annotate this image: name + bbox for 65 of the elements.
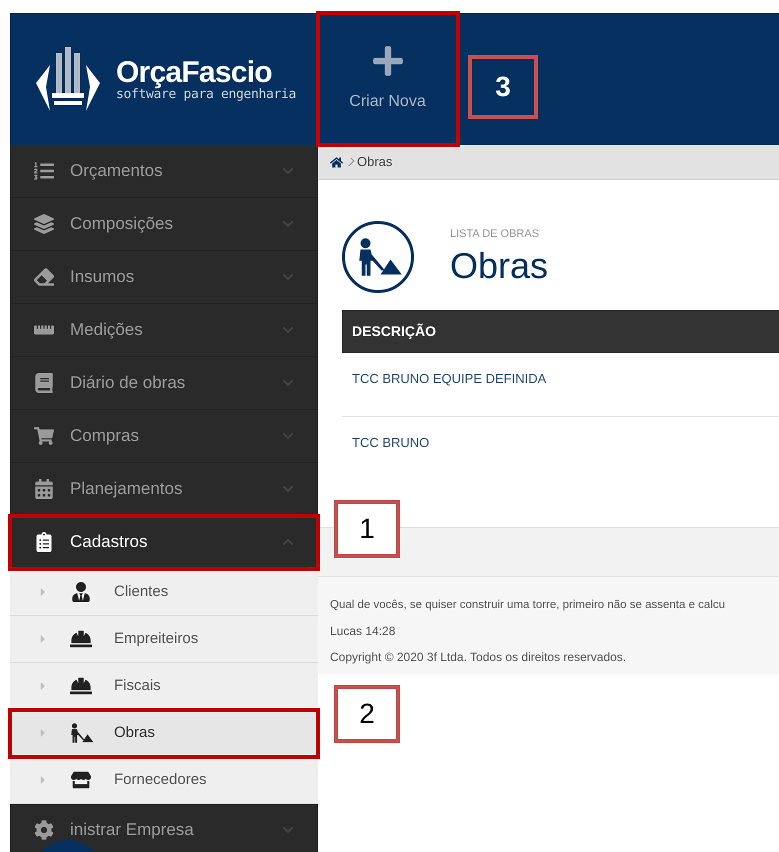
clipboard-icon (34, 532, 54, 552)
table-link[interactable]: TCC BRUNO EQUIPE DEFINIDA (352, 369, 546, 388)
numbered-list-icon (34, 161, 54, 181)
footer-reference: Lucas 14:28 (330, 623, 396, 640)
callout-number: 2 (334, 685, 400, 743)
create-new-button[interactable]: Criar Nova (318, 13, 458, 145)
submenu-item[interactable]: Obras (10, 710, 318, 757)
footer-copyright: Copyright © 2020 3f Ltda. Todos os direitos reservados. (330, 649, 628, 666)
column-header: DESCRIÇÃO (352, 322, 436, 341)
logo-text: OrçaFascio (116, 58, 272, 88)
calendar-icon (34, 479, 54, 499)
sidebar-label: Planejamentos (70, 478, 184, 500)
cart-icon (34, 426, 54, 446)
sidebar-label: Insumos (70, 266, 136, 288)
submenu-item[interactable]: Empreiteiros (10, 616, 318, 663)
chevron-icon (282, 165, 294, 177)
sidebar-item[interactable]: Planejamentos (10, 463, 318, 516)
breadcrumb-link[interactable]: Obras (357, 152, 392, 172)
sidebar-label: Diário de obras (70, 372, 186, 394)
chevron-icon (282, 324, 294, 336)
submenu-label: Empreiteiros (114, 628, 198, 649)
page-subtitle: LISTA DE OBRAS (450, 227, 540, 242)
sidebar-label: Compras (70, 425, 140, 448)
store-icon (71, 770, 91, 790)
submenu-label: Fornecedores (114, 770, 207, 790)
chevron-icon (282, 430, 294, 442)
page-title: Obras (450, 244, 548, 288)
chevron-icon (282, 218, 294, 230)
footer-quote: Qual de vocês, se quiser construir uma torre, primeiro não se assenta e calcu (330, 598, 726, 613)
sidebar-item[interactable]: Composições (10, 198, 318, 251)
sidebar-item[interactable]: Medições (10, 304, 318, 357)
submenu-label: Fiscais (114, 676, 161, 696)
table-link[interactable]: TCC BRUNO (352, 433, 430, 452)
sidebar-label: Composições (70, 213, 174, 236)
submenu-item[interactable]: Clientes (10, 569, 318, 616)
chevron-icon (282, 483, 294, 495)
submenu-label: Clientes (114, 582, 168, 602)
sidebar-label: Orçamentos (70, 160, 164, 182)
plus-icon (370, 44, 404, 78)
hard-hat-icon (70, 675, 92, 697)
callout-number: 1 (334, 500, 400, 558)
home-icon[interactable] (330, 156, 343, 168)
sidebar-item[interactable]: Diário de obras (10, 357, 318, 410)
person-icon (71, 582, 91, 602)
gear-icon (34, 820, 54, 840)
layers-icon (34, 214, 54, 234)
submenu-item[interactable]: Fornecedores (10, 757, 318, 804)
book-icon (34, 373, 54, 393)
logo-tagline: software para engenharia (116, 88, 296, 100)
sidebar-item[interactable]: Orçamentos (10, 145, 318, 198)
submenu-label: Obras (114, 722, 155, 743)
sidebar-label: inistrar Empresa (70, 819, 195, 842)
sidebar-item[interactable]: Compras (10, 410, 318, 463)
chevron-icon (282, 536, 294, 548)
sidebar-label: Medições (70, 319, 144, 342)
eraser-icon (34, 267, 54, 287)
sidebar-label: Cadastros (70, 531, 148, 554)
chevron-icon (282, 824, 294, 836)
hard-hat-icon (70, 628, 92, 650)
chevron-icon (282, 377, 294, 389)
callout-number: 3 (468, 55, 538, 119)
chevron-icon (282, 271, 294, 283)
sidebar-item[interactable]: Insumos (10, 251, 318, 304)
submenu-item[interactable]: Fiscais (10, 663, 318, 710)
sidebar-item[interactable]: Cadastros (10, 516, 318, 569)
